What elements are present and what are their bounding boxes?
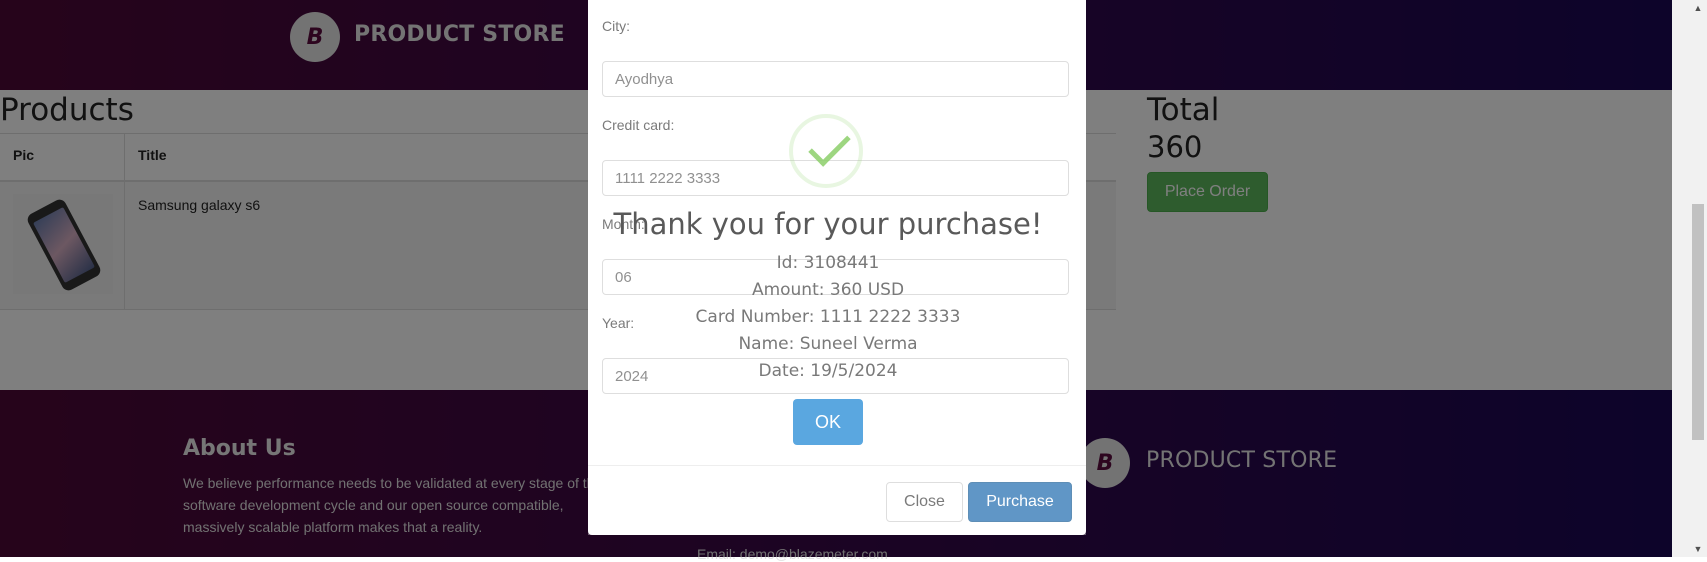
scrollbar-thumb[interactable] xyxy=(1692,204,1704,440)
alert-title: Thank you for your purchase! xyxy=(613,207,1043,241)
order-date: Date: 19/5/2024 xyxy=(758,361,898,381)
order-card-number: Card Number: 1111 2222 3333 xyxy=(695,307,961,327)
scroll-up-arrow-icon[interactable]: ▲ xyxy=(1692,2,1704,14)
ok-button[interactable]: OK xyxy=(793,399,863,445)
order-amount: Amount: 360 USD xyxy=(751,280,905,300)
scroll-down-arrow-icon[interactable]: ▼ xyxy=(1692,543,1704,555)
order-id: Id: 3108441 xyxy=(776,253,880,273)
order-name: Name: Suneel Verma xyxy=(738,334,918,354)
check-icon xyxy=(808,124,851,167)
success-check-icon xyxy=(789,114,863,188)
purchase-success-alert: Thank you for your purchase! Id: 3108441… xyxy=(588,0,1086,535)
